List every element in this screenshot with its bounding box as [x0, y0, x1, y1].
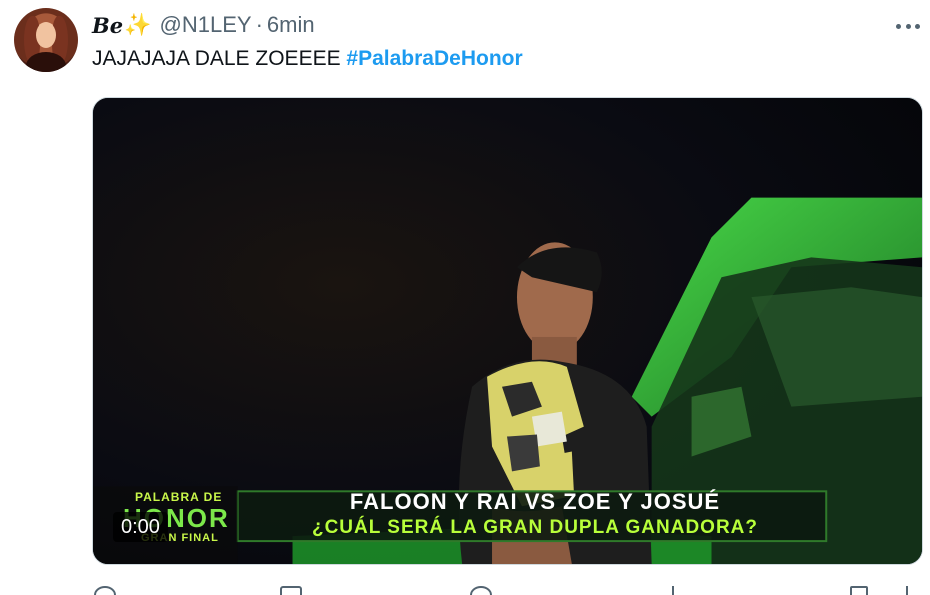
heart-icon[interactable]: [470, 586, 492, 595]
avatar-face: [36, 22, 56, 48]
sparkles-icon: ✨: [124, 12, 152, 37]
retweet-icon[interactable]: [280, 586, 302, 595]
reply-icon[interactable]: [94, 586, 116, 595]
share-icon[interactable]: [898, 586, 920, 595]
more-options-icon[interactable]: [896, 22, 920, 30]
tweet-header: Be ✨ @N1LEY · 6min: [92, 10, 315, 40]
header-separator: ·: [255, 12, 263, 37]
tweet-body-text: JAJAJAJA DALE ZOEEEE: [92, 47, 347, 70]
video-player[interactable]: PALABRA DE HONOR GRAN FINAL FALOON Y RAI…: [92, 97, 923, 565]
bookmark-icon[interactable]: [850, 586, 868, 595]
author-display-name[interactable]: Be: [92, 13, 123, 38]
video-banner-subtitle: ¿CUÁL SERÁ LA GRAN DUPLA GANADORA?: [311, 517, 758, 538]
tweet-time[interactable]: 6min: [267, 12, 315, 38]
show-logo-top: PALABRA DE: [135, 490, 223, 504]
hashtag-link[interactable]: #PalabraDeHonor: [346, 47, 522, 70]
tweet-actions: [92, 586, 923, 595]
video-timestamp: 0:00: [113, 512, 168, 542]
tweet-text: JAJAJAJA DALE ZOEEEE #PalabraDeHonor: [92, 47, 523, 71]
author-handle[interactable]: @N1LEY: [160, 12, 252, 38]
author-avatar[interactable]: [14, 8, 78, 72]
video-banner-title: FALOON Y RAI VS ZOE Y JOSUÉ: [349, 489, 721, 514]
views-icon[interactable]: [664, 586, 686, 595]
